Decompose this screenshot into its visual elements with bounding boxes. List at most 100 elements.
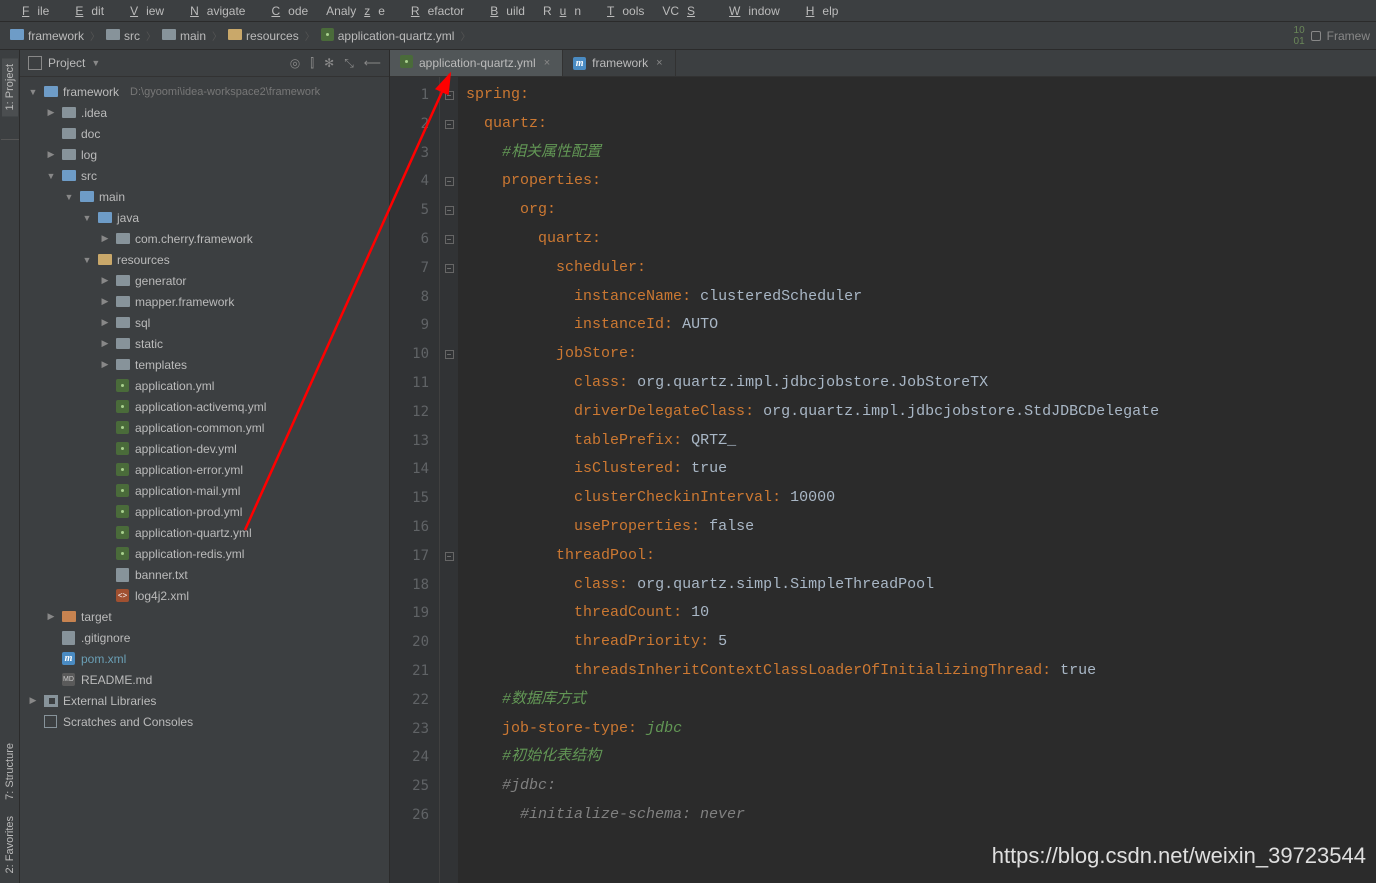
tree-twistie-icon[interactable]: ▼ (28, 87, 38, 97)
tree-item[interactable]: ▶generator (20, 270, 389, 291)
code-line[interactable]: clusterCheckinInterval: 10000 (466, 484, 1376, 513)
fold-marker[interactable] (440, 398, 458, 427)
tool-tab-structure[interactable]: 7: Structure (2, 737, 18, 806)
close-icon[interactable]: × (654, 57, 664, 69)
code-line[interactable]: threadCount: 10 (466, 599, 1376, 628)
tree-twistie-icon[interactable]: ▶ (100, 338, 110, 349)
tree-item[interactable]: ▶sql (20, 312, 389, 333)
code-line[interactable]: useProperties: false (466, 513, 1376, 542)
code-line[interactable]: threadPool: (466, 542, 1376, 571)
menu-vcs[interactable]: VCS (654, 2, 711, 20)
tree-item[interactable]: ▶com.cherry.framework (20, 228, 389, 249)
code-line[interactable]: class: org.quartz.simpl.SimpleThreadPool (466, 571, 1376, 600)
tree-twistie-icon[interactable]: ▶ (100, 275, 110, 286)
breadcrumb-item[interactable]: application-quartz.yml (317, 26, 459, 46)
fold-marker[interactable] (440, 427, 458, 456)
code-line[interactable]: isClustered: true (466, 455, 1376, 484)
tool-tab-project[interactable]: 1: Project (2, 58, 18, 116)
tree-item[interactable]: ▼frameworkD:\gyoomi\idea-workspace2\fram… (20, 81, 389, 102)
menu-edit[interactable]: Edit (59, 2, 112, 20)
fold-marker[interactable] (440, 599, 458, 628)
menu-run[interactable]: Run (535, 2, 589, 20)
code-line[interactable]: #jdbc: (466, 772, 1376, 801)
fold-marker[interactable]: − (440, 196, 458, 225)
tree-item[interactable]: doc (20, 123, 389, 144)
breadcrumb-item[interactable]: framework (6, 27, 88, 45)
tree-item[interactable]: application.yml (20, 375, 389, 396)
code-line[interactable]: instanceName: clusteredScheduler (466, 283, 1376, 312)
tree-item[interactable]: application-error.yml (20, 459, 389, 480)
fold-marker[interactable] (440, 139, 458, 168)
tree-item[interactable]: application-mail.yml (20, 480, 389, 501)
collapse-icon[interactable]: ⤡ (344, 56, 354, 71)
menu-code[interactable]: Code (255, 2, 316, 20)
fold-marker[interactable]: − (440, 254, 458, 283)
fold-marker[interactable] (440, 715, 458, 744)
fold-marker[interactable]: − (440, 81, 458, 110)
code-line[interactable]: instanceId: AUTO (466, 311, 1376, 340)
fold-marker[interactable] (440, 311, 458, 340)
menu-build[interactable]: Build (474, 2, 533, 20)
code-line[interactable]: #初始化表结构 (466, 743, 1376, 772)
fold-marker[interactable] (440, 628, 458, 657)
fold-marker[interactable] (440, 283, 458, 312)
code-line[interactable]: #相关属性配置 (466, 139, 1376, 168)
tree-item[interactable]: ▶static (20, 333, 389, 354)
tree-item[interactable]: banner.txt (20, 564, 389, 585)
tree-item[interactable]: MDREADME.md (20, 669, 389, 690)
tree-twistie-icon[interactable]: ▶ (46, 107, 56, 118)
tree-twistie-icon[interactable]: ▶ (100, 359, 110, 370)
code-line[interactable]: threadPriority: 5 (466, 628, 1376, 657)
fold-marker[interactable] (440, 369, 458, 398)
code-editor[interactable]: spring: quartz: #相关属性配置 properties: org:… (458, 77, 1376, 883)
tree-item[interactable]: application-quartz.yml (20, 522, 389, 543)
tree-item[interactable]: ▼java (20, 207, 389, 228)
fold-marker[interactable] (440, 513, 458, 542)
code-line[interactable]: quartz: (466, 225, 1376, 254)
menu-window[interactable]: Window (713, 2, 788, 20)
tree-twistie-icon[interactable]: ▶ (28, 695, 38, 706)
settings-icon[interactable]: ✻ (324, 56, 334, 70)
tree-item[interactable]: application-redis.yml (20, 543, 389, 564)
tree-item[interactable]: Scratches and Consoles (20, 711, 389, 732)
breadcrumb-item[interactable]: src (102, 27, 144, 45)
code-line[interactable]: quartz: (466, 110, 1376, 139)
menu-tools[interactable]: Tools (591, 2, 652, 20)
code-line[interactable]: threadsInheritContextClassLoaderOfInitia… (466, 657, 1376, 686)
editor-tab[interactable]: mframework× (563, 50, 675, 76)
fold-marker[interactable] (440, 743, 458, 772)
tree-item[interactable]: ▼resources (20, 249, 389, 270)
tree-item[interactable]: ▶.idea (20, 102, 389, 123)
fold-marker[interactable] (440, 686, 458, 715)
fold-marker[interactable]: − (440, 110, 458, 139)
tree-item[interactable]: application-common.yml (20, 417, 389, 438)
code-line[interactable]: org: (466, 196, 1376, 225)
code-line[interactable]: tablePrefix: QRTZ_ (466, 427, 1376, 456)
code-line[interactable]: class: org.quartz.impl.jdbcjobstore.JobS… (466, 369, 1376, 398)
menu-help[interactable]: Help (790, 2, 847, 20)
tree-twistie-icon[interactable]: ▼ (82, 213, 92, 223)
code-line[interactable]: properties: (466, 167, 1376, 196)
editor-tab[interactable]: application-quartz.yml× (390, 50, 563, 76)
menu-analyze[interactable]: Analyze (318, 2, 393, 20)
fold-marker[interactable] (440, 571, 458, 600)
tree-item[interactable]: application-dev.yml (20, 438, 389, 459)
tree-twistie-icon[interactable]: ▶ (46, 149, 56, 160)
tree-item[interactable]: ▼src (20, 165, 389, 186)
tree-twistie-icon[interactable]: ▶ (46, 611, 56, 622)
tree-item[interactable]: ▶mapper.framework (20, 291, 389, 312)
fold-marker[interactable]: − (440, 340, 458, 369)
fold-marker[interactable] (440, 657, 458, 686)
code-line[interactable]: #initialize-schema: never (466, 801, 1376, 830)
code-line[interactable]: jobStore: (466, 340, 1376, 369)
tree-item[interactable]: application-activemq.yml (20, 396, 389, 417)
menu-file[interactable]: File (6, 2, 57, 20)
dropdown-icon[interactable]: ▼ (91, 58, 100, 68)
fold-marker[interactable]: − (440, 225, 458, 254)
tree-twistie-icon[interactable]: ▼ (46, 171, 56, 181)
menu-view[interactable]: View (114, 2, 172, 20)
code-line[interactable]: spring: (466, 81, 1376, 110)
tree-item[interactable]: ▼main (20, 186, 389, 207)
hide-icon[interactable]: ⟵ (364, 56, 381, 70)
sidebar-title[interactable]: Project (48, 56, 85, 70)
